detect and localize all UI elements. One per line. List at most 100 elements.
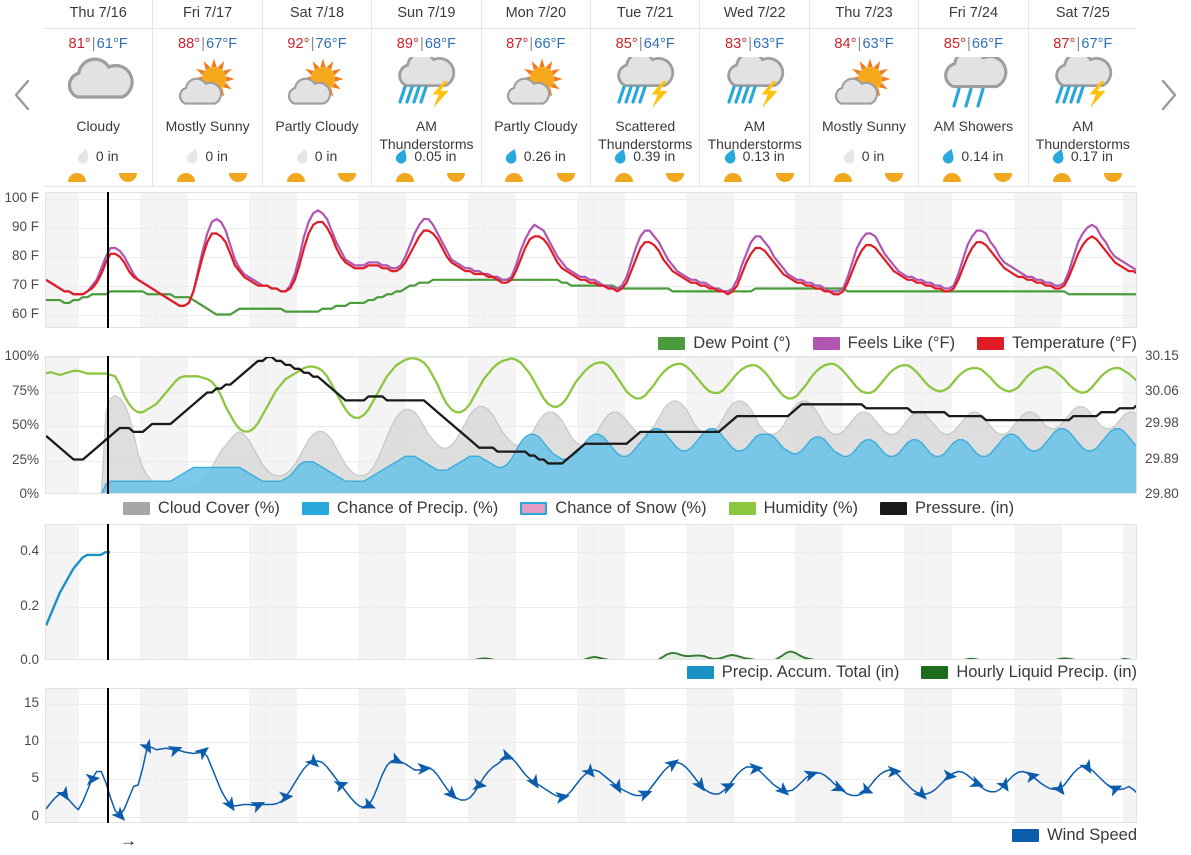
night-band (1013, 525, 1029, 659)
day-name: Fri 7/17 (153, 0, 262, 29)
sun-markers (700, 168, 808, 184)
drop-empty-icon (77, 148, 89, 164)
sun-cloud-icon (506, 57, 563, 105)
day-column[interactable]: Fri 7/17 88°|67°F Mostly Sunny 0 in (153, 0, 263, 186)
legend-label: Wind Speed (1047, 825, 1137, 844)
night-band (249, 525, 265, 659)
night-band (701, 689, 734, 822)
day-name: Mon 7/20 (481, 0, 591, 29)
legend-item[interactable]: Feels Like (°F) (812, 334, 955, 353)
night-band (358, 357, 374, 493)
day-divider (810, 193, 812, 327)
legend-item[interactable]: Temperature (°F) (977, 334, 1137, 353)
day-divider (1028, 193, 1030, 327)
day-condition-phrase: AM Showers (933, 117, 1014, 134)
day-column[interactable]: Tue 7/21 85°|64°F Scattered Thunderstorms 0… (591, 0, 701, 186)
day-column[interactable]: Sat 7/25 87°|67°F AM Thunderstorms 0.17 in (1028, 0, 1138, 186)
legend-item[interactable]: Pressure. (in) (880, 499, 1014, 518)
night-band (1013, 689, 1029, 822)
day-precipitation: 0 in (153, 148, 261, 164)
night-band (685, 689, 702, 822)
night-band (795, 689, 811, 822)
legend-item[interactable]: Cloud Cover (%) (122, 499, 280, 518)
drop-empty-icon (187, 148, 198, 164)
legend-item[interactable]: Chance of Precip. (%) (301, 499, 498, 518)
night-band (373, 689, 407, 822)
day-column[interactable]: Sat 7/18 92°|76°F Partly Cloudy 0 in (262, 0, 373, 186)
legend-swatch (921, 665, 949, 679)
night-band (904, 357, 920, 493)
day-low: 66°F (971, 35, 1004, 52)
legend-swatch (1012, 828, 1040, 842)
axis-tick-label: 60 F (11, 305, 39, 321)
legend-item[interactable]: Humidity (%) (728, 499, 858, 518)
axis-tick-label: 30.15 (1145, 348, 1179, 363)
day-divider (919, 193, 921, 327)
night-band (1122, 357, 1136, 493)
day-high: 85° (615, 35, 638, 52)
legend-item[interactable]: Wind Speed (1012, 826, 1137, 845)
day-high: 83° (724, 35, 748, 52)
day-precipitation-value: 0 in (95, 148, 119, 164)
next-days-button[interactable] (1147, 50, 1191, 140)
day-column[interactable]: Wed 7/22 83°|63°F AM Thunderstorms 0.13 in (700, 0, 810, 186)
night-band (904, 525, 920, 659)
night-band (155, 525, 188, 659)
axis-tick-label: 29.98 (1145, 415, 1179, 431)
night-band (576, 689, 592, 822)
night-band (810, 689, 844, 822)
drop-filled-icon (396, 148, 407, 164)
night-band (1028, 689, 1062, 822)
day-divider (701, 689, 703, 822)
gridline (46, 392, 1136, 393)
night-band (46, 689, 79, 822)
night-band (1028, 525, 1062, 659)
night-band (1028, 357, 1062, 493)
day-precipitation-value: 0 in (314, 148, 338, 164)
gridline (46, 257, 1136, 258)
axis-tick-label: 100% (4, 348, 39, 363)
day-column[interactable]: Thu 7/23 84°|63°F Mostly Sunny 0 in (809, 0, 920, 186)
legend-item[interactable]: Dew Point (°) (658, 334, 791, 353)
axis-tick-label: 100 F (4, 189, 39, 205)
legend-item[interactable]: Precip. Accum. Total (in) (686, 662, 900, 682)
day-condition-phrase: Cloudy (76, 117, 120, 134)
day-precipitation-value: 0.26 in (523, 148, 566, 164)
night-band (685, 357, 702, 493)
legend-item[interactable]: Hourly Liquid Precip. (in) (921, 663, 1137, 682)
day-condition-phrase: Partly Cloudy (275, 117, 359, 134)
day-column[interactable]: Fri 7/24 85°|66°F AM Showers 0.14 in (919, 0, 1029, 186)
night-band (249, 193, 265, 327)
plot-area (45, 356, 1137, 494)
chart-legend: Precip. Accum. Total (in) Hourly Liquid P… (0, 660, 1137, 684)
legend-item[interactable]: Chance of Snow (%) (520, 499, 707, 518)
sunrise-icon (724, 173, 743, 182)
drop-filled-icon (943, 148, 954, 164)
night-band (1122, 193, 1136, 327)
night-band (249, 357, 265, 493)
sunrise-icon (286, 173, 305, 182)
sun-markers (153, 168, 261, 184)
sunrise-icon (614, 173, 633, 182)
day-column[interactable]: Thu 7/16 81°|61°F Cloudy 0 in (44, 0, 154, 186)
day-column[interactable]: Mon 7/20 87°|66°F Partly Cloudy 0.26 in (481, 0, 592, 186)
day-column[interactable]: Sun 7/19 89°|68°F AM Thunderstorms 0.05 in (372, 0, 482, 186)
day-temperatures: 92°|76°F (287, 36, 346, 52)
plot-area (45, 192, 1137, 328)
day-night-bands (46, 689, 1136, 822)
night-band (467, 193, 483, 327)
legend-label: Precip. Accum. Total (in) (721, 662, 900, 681)
sunrise-icon (396, 173, 415, 182)
gridline (46, 742, 1136, 743)
day-precipitation: 0.14 in (919, 148, 1027, 164)
day-precipitation-value: 0.17 in (1070, 148, 1113, 164)
night-band (576, 525, 592, 659)
chevron-right-icon (1161, 79, 1177, 111)
chart-legend: Wind Speed (0, 823, 1137, 847)
sunset-icon (775, 173, 794, 182)
day-divider (155, 525, 157, 659)
previous-days-button[interactable] (0, 50, 44, 140)
day-low: 67°F (1081, 35, 1113, 52)
day-precipitation: 0.39 in (591, 148, 699, 164)
axis-tick-label: 0 (31, 807, 39, 823)
